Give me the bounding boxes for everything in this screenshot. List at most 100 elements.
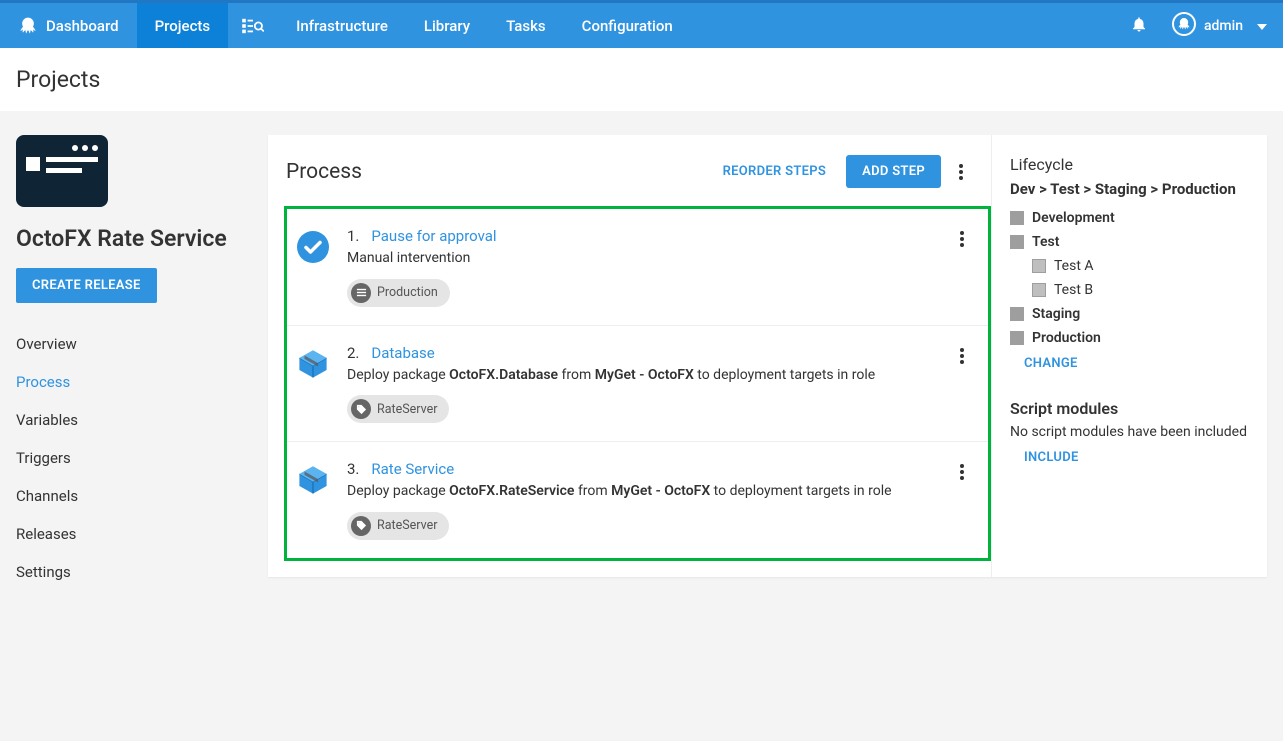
nav-project-search[interactable] (228, 3, 278, 48)
tag-icon (351, 516, 371, 536)
project-sidebar: OctoFX Rate Service CREATE RELEASE Overv… (16, 135, 248, 591)
process-step[interactable]: 3. Rate Service Deploy package OctoFX.Ra… (287, 442, 988, 558)
notifications-button[interactable] (1116, 3, 1162, 48)
chip-label: RateServer (377, 518, 437, 533)
bell-icon (1130, 15, 1148, 37)
sidebar-item-variables[interactable]: Variables (16, 401, 248, 439)
step-name[interactable]: Rate Service (371, 460, 454, 478)
desc-text: Deploy package (347, 367, 449, 383)
process-header: Process REORDER STEPS ADD STEP (268, 135, 991, 206)
process-step[interactable]: 2. Database Deploy package OctoFX.Databa… (287, 326, 988, 443)
step-overflow-menu[interactable] (950, 464, 974, 480)
side-column: Lifecycle Dev > Test > Staging > Product… (991, 135, 1267, 577)
sidebar-item-channels[interactable]: Channels (16, 477, 248, 515)
script-modules-title: Script modules (1010, 399, 1249, 418)
step-name[interactable]: Pause for approval (371, 227, 496, 245)
env-icon (1032, 283, 1046, 297)
sidebar-item-releases[interactable]: Releases (16, 515, 248, 553)
nav-infrastructure[interactable]: Infrastructure (278, 3, 406, 48)
nav-projects-label: Projects (155, 17, 211, 35)
content-area: OctoFX Rate Service CREATE RELEASE Overv… (0, 111, 1283, 741)
sidebar-item-process[interactable]: Process (16, 363, 248, 401)
list-icon (351, 283, 371, 303)
nav-library[interactable]: Library (406, 3, 488, 48)
desc-package: OctoFX.Database (449, 367, 558, 383)
role-chip: RateServer (347, 395, 449, 423)
top-navigation: Dashboard Projects Infrastructure Librar… (0, 0, 1283, 48)
project-search-icon (242, 17, 264, 35)
desc-text: to deployment targets in role (710, 483, 891, 499)
lifecycle-section: Lifecycle Dev > Test > Staging > Product… (1010, 155, 1249, 371)
env-icon (1010, 235, 1024, 249)
step-description: Deploy package OctoFX.Database from MyGe… (347, 366, 926, 386)
script-modules-section: Script modules No script modules have be… (1010, 399, 1249, 465)
nav-tasks-label: Tasks (506, 17, 546, 35)
nav-tasks[interactable]: Tasks (488, 3, 564, 48)
environment-chip: Production (347, 279, 450, 307)
sidebar-item-settings[interactable]: Settings (16, 553, 248, 591)
manual-intervention-icon (295, 229, 331, 265)
add-step-button[interactable]: ADD STEP (846, 155, 941, 188)
script-modules-desc: No script modules have been included (1010, 424, 1249, 440)
desc-package: OctoFX.RateService (449, 483, 574, 499)
nav-projects[interactable]: Projects (137, 3, 229, 48)
avatar-icon (1172, 12, 1196, 40)
process-steps-list: 1. Pause for approval Manual interventio… (284, 206, 991, 561)
lifecycle-env: Staging (1010, 306, 1249, 322)
env-icon (1010, 211, 1024, 225)
process-column: Process REORDER STEPS ADD STEP 1. (268, 135, 991, 577)
nav-library-label: Library (424, 17, 470, 35)
env-label: Test A (1054, 258, 1094, 274)
nav-dashboard[interactable]: Dashboard (0, 3, 137, 48)
include-script-module-button[interactable]: INCLUDE (1010, 440, 1079, 465)
page-title: Projects (16, 66, 1267, 93)
env-icon (1010, 331, 1024, 345)
lifecycle-path: Dev > Test > Staging > Production (1010, 180, 1249, 200)
main-panel: Process REORDER STEPS ADD STEP 1. (268, 135, 1267, 577)
env-icon (1032, 259, 1046, 273)
desc-text: Deploy package (347, 483, 449, 499)
nav-infrastructure-label: Infrastructure (296, 17, 388, 35)
octopus-icon (18, 16, 38, 36)
step-name[interactable]: Database (371, 344, 434, 362)
step-number: 3. (347, 460, 359, 478)
package-icon (295, 346, 331, 382)
nav-configuration[interactable]: Configuration (564, 3, 691, 48)
env-label: Test B (1054, 282, 1093, 298)
lifecycle-title: Lifecycle (1010, 155, 1249, 174)
chip-label: Production (377, 285, 438, 300)
step-description: Deploy package OctoFX.RateService from M… (347, 482, 926, 502)
lifecycle-env-child: Test B (1032, 282, 1249, 298)
lifecycle-env: Production (1010, 330, 1249, 346)
desc-text: from (558, 367, 595, 383)
env-icon (1010, 307, 1024, 321)
reorder-steps-button[interactable]: REORDER STEPS (709, 156, 841, 187)
chip-label: RateServer (377, 402, 437, 417)
project-logo (16, 135, 108, 207)
nav-dashboard-label: Dashboard (46, 17, 119, 35)
sidebar-item-overview[interactable]: Overview (16, 325, 248, 363)
chevron-down-icon (1257, 18, 1267, 34)
process-overflow-menu[interactable] (949, 164, 973, 180)
sidebar-item-triggers[interactable]: Triggers (16, 439, 248, 477)
lifecycle-env: Development (1010, 210, 1249, 226)
step-description: Manual intervention (347, 249, 926, 269)
tag-icon (351, 399, 371, 419)
env-label: Production (1032, 330, 1101, 346)
project-name: OctoFX Rate Service (16, 225, 248, 254)
step-overflow-menu[interactable] (950, 231, 974, 247)
lifecycle-env-child: Test A (1032, 258, 1249, 274)
env-label: Development (1032, 210, 1115, 226)
process-step[interactable]: 1. Pause for approval Manual interventio… (287, 209, 988, 326)
desc-text: from (574, 483, 611, 499)
env-label: Test (1032, 234, 1059, 250)
lifecycle-tree: Development Test Test A Test B Staging P… (1010, 210, 1249, 346)
change-lifecycle-button[interactable]: CHANGE (1010, 346, 1078, 371)
create-release-button[interactable]: CREATE RELEASE (16, 268, 157, 303)
desc-feed: MyGet - OctoFX (611, 483, 710, 499)
user-menu[interactable]: admin (1162, 3, 1283, 48)
process-title: Process (286, 160, 709, 184)
lifecycle-env: Test (1010, 234, 1249, 250)
step-number: 1. (347, 227, 359, 245)
step-overflow-menu[interactable] (950, 348, 974, 364)
